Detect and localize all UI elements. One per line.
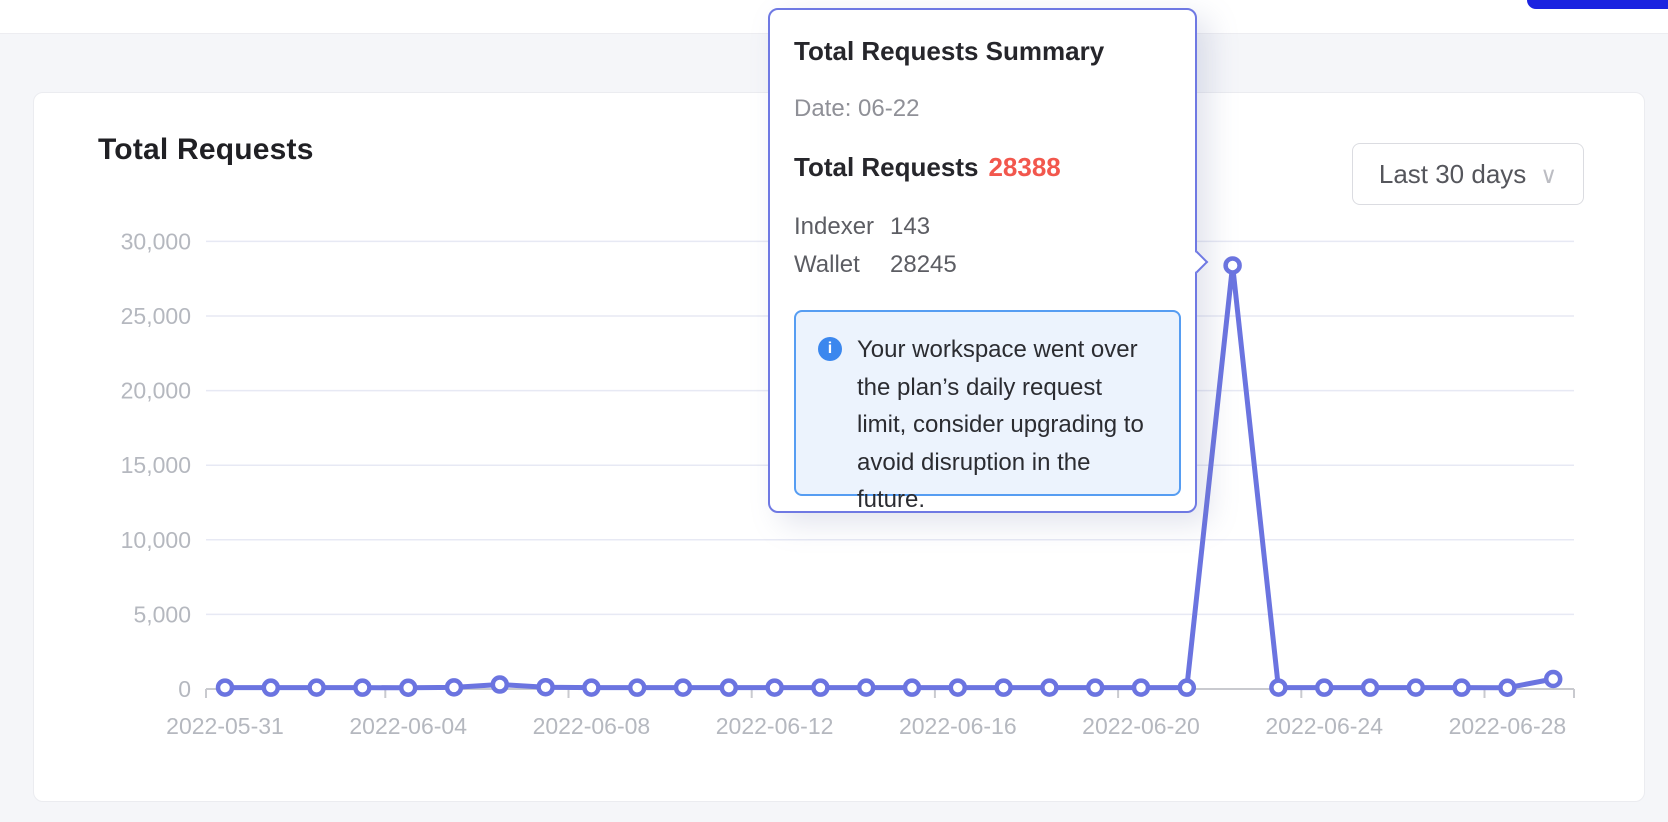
tooltip-row-indexer: Indexer 143 — [794, 208, 1171, 246]
svg-text:10,000: 10,000 — [121, 527, 191, 553]
svg-text:0: 0 — [178, 676, 191, 702]
chevron-down-icon: ∨ — [1540, 162, 1557, 189]
info-icon: i — [818, 337, 842, 361]
tooltip-total-value: 28388 — [988, 152, 1060, 182]
svg-text:2022-06-28: 2022-06-28 — [1449, 713, 1567, 739]
wallet-value: 28245 — [890, 246, 957, 284]
chart-tooltip: Total Requests Summary Date: 06-22 Total… — [768, 8, 1197, 513]
svg-text:15,000: 15,000 — [121, 452, 191, 478]
tooltip-total-row: Total Requests 28388 — [794, 152, 1171, 183]
svg-text:2022-06-08: 2022-06-08 — [533, 713, 651, 739]
limit-warning-banner: i Your workspace went over the plan’s da… — [794, 310, 1181, 496]
tooltip-total-label: Total Requests — [794, 152, 978, 182]
svg-text:2022-06-12: 2022-06-12 — [716, 713, 834, 739]
svg-text:2022-06-04: 2022-06-04 — [349, 713, 467, 739]
svg-text:2022-05-31: 2022-05-31 — [166, 713, 284, 739]
svg-text:5,000: 5,000 — [133, 601, 191, 627]
svg-text:2022-06-24: 2022-06-24 — [1265, 713, 1383, 739]
limit-warning-text: Your workspace went over the plan’s dail… — [857, 331, 1157, 475]
tooltip-date: Date: 06-22 — [794, 94, 1171, 123]
indexer-value: 143 — [890, 208, 930, 246]
svg-text:2022-06-20: 2022-06-20 — [1082, 713, 1200, 739]
date-range-dropdown[interactable]: Last 30 days ∨ — [1352, 143, 1584, 205]
wallet-label: Wallet — [794, 246, 890, 284]
date-range-value: Last 30 days — [1379, 159, 1526, 190]
tooltip-title: Total Requests Summary — [794, 36, 1171, 67]
primary-action-button-partial[interactable] — [1527, 0, 1668, 9]
tooltip-row-wallet: Wallet 28245 — [794, 246, 1171, 284]
svg-text:25,000: 25,000 — [121, 303, 191, 329]
svg-text:2022-06-16: 2022-06-16 — [899, 713, 1017, 739]
tooltip-breakdown: Indexer 143 Wallet 28245 — [794, 208, 1171, 284]
svg-text:30,000: 30,000 — [121, 228, 191, 254]
page-title: Total Requests — [98, 133, 314, 167]
svg-text:20,000: 20,000 — [121, 378, 191, 404]
indexer-label: Indexer — [794, 208, 890, 246]
